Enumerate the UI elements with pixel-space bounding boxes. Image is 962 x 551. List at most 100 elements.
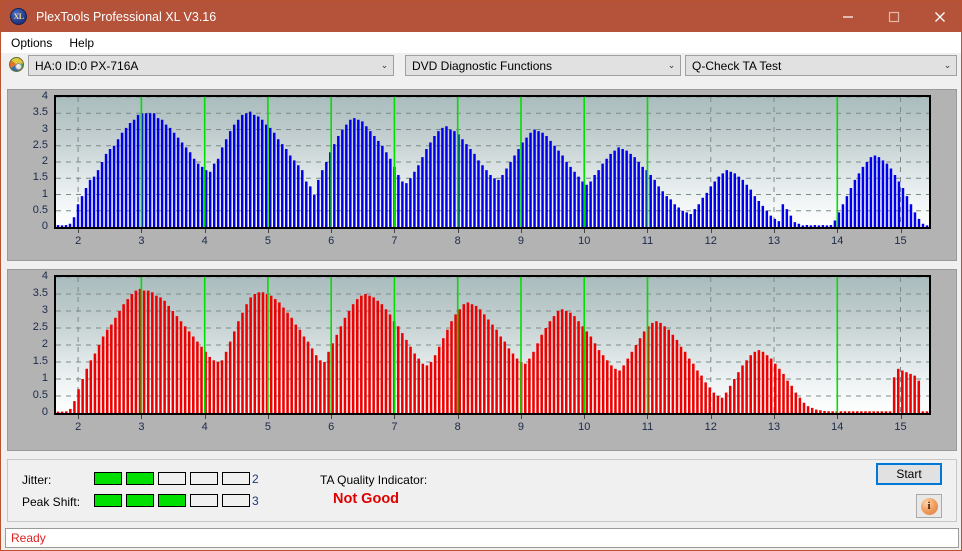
x-tick-label: 12	[704, 421, 717, 433]
xl-logo-icon: XL	[10, 8, 27, 25]
x-tick-mark	[837, 229, 839, 233]
plextools-window: XL PlexTools Professional XL V3.16 Optio…	[0, 0, 962, 551]
jitter-segment	[94, 472, 122, 485]
y-tick-label: 1.5	[32, 355, 48, 367]
x-tick-label: 4	[201, 235, 208, 247]
x-tick-mark	[78, 229, 80, 233]
x-tick-mark	[394, 229, 396, 233]
ta-peak-shift-plot-svg	[56, 277, 929, 413]
x-tick-label: 5	[264, 421, 271, 433]
menu-item-options[interactable]: Options	[4, 34, 59, 52]
start-button[interactable]: Start	[876, 463, 942, 485]
y-tick-label: 0.5	[32, 203, 48, 216]
jitter-label: Jitter:	[22, 473, 52, 487]
x-tick-mark	[267, 415, 269, 419]
status-text: Ready	[11, 531, 46, 545]
jitter-segment	[158, 472, 186, 485]
info-button[interactable]: i	[916, 494, 942, 518]
peak-shift-meter	[94, 494, 250, 507]
drive-select-value: HA:0 ID:0 PX-716A	[35, 58, 139, 73]
close-icon[interactable]	[917, 1, 961, 32]
x-tick-label: 13	[767, 235, 781, 247]
drive-select[interactable]: HA:0 ID:0 PX-716A ⌄	[28, 55, 394, 76]
x-tick-mark	[837, 415, 839, 419]
ta-quality-indicator-label: TA Quality Indicator:	[320, 473, 428, 487]
chevron-down-icon: ⌄	[667, 60, 676, 71]
y-tick-label: 2.5	[32, 321, 48, 333]
x-tick-label: 10	[578, 421, 591, 433]
x-tick-mark	[647, 229, 649, 233]
x-tick-label: 14	[831, 235, 844, 247]
peak-shift-segment	[190, 494, 218, 507]
x-tick-mark	[520, 415, 522, 419]
y-tick-label: 3.5	[32, 287, 48, 299]
jitter-segment	[126, 472, 154, 485]
x-tick-mark	[647, 415, 649, 419]
jitter-segment	[222, 472, 250, 485]
x-tick-label: 13	[767, 421, 781, 433]
y-tick-label: 3	[41, 304, 48, 316]
peak-shift-segment	[222, 494, 250, 507]
x-tick-mark	[331, 415, 333, 419]
y-tick-label: 3	[41, 122, 48, 135]
x-tick-label: 10	[578, 235, 591, 247]
x-tick-mark	[774, 229, 775, 233]
x-tick-label: 14	[831, 421, 844, 433]
x-tick-label: 7	[391, 421, 398, 433]
x-tick-mark	[900, 229, 902, 233]
x-tick-mark	[394, 415, 396, 419]
x-tick-label: 8	[454, 235, 461, 247]
ta-jitter-chart-panel: 0 0.5 1 1.5 2 2.5 3 3.5 4 2 3 4 5 6 7 8 9 10 11 12 13 14 15	[7, 89, 957, 261]
title-bar: XL PlexTools Professional XL V3.16	[1, 1, 961, 32]
x-tick-mark	[141, 229, 143, 233]
x-tick-label: 11	[641, 235, 654, 247]
y-tick-label: 1	[41, 372, 48, 384]
peak-shift-segment	[126, 494, 154, 507]
x-tick-mark	[710, 415, 712, 419]
info-icon: i	[920, 497, 938, 515]
status-bar: Ready	[5, 528, 959, 548]
x-tick-label: 8	[454, 421, 461, 433]
peak-shift-segment	[158, 494, 186, 507]
y-tick-label: 0	[41, 406, 48, 418]
x-tick-mark	[204, 415, 206, 419]
test-select[interactable]: Q-Check TA Test ⌄	[685, 55, 957, 76]
ta-jitter-plot-svg	[56, 97, 929, 227]
ta-peak-shift-chart-panel: 0 0.5 1 1.5 2 2.5 3 3.5 4 2 3 4 5 6 7 8 9 10 11 12 13 14 15	[7, 269, 957, 451]
maximize-icon[interactable]	[871, 1, 917, 32]
minimize-icon[interactable]	[825, 1, 871, 32]
jitter-segment	[190, 472, 218, 485]
x-tick-label: 3	[138, 421, 145, 433]
x-tick-label: 7	[391, 235, 398, 247]
x-tick-mark	[710, 229, 712, 233]
x-tick-mark	[331, 229, 333, 233]
ta-jitter-plot[interactable]	[54, 95, 931, 229]
results-panel: Jitter: 2 Peak Shift: 3 TA Quality Indic…	[7, 459, 957, 522]
x-tick-mark	[267, 229, 269, 233]
x-tick-mark	[141, 415, 143, 419]
menu-bar: Options Help	[1, 32, 961, 53]
x-tick-label: 15	[894, 235, 907, 247]
y-tick-label: 2	[41, 155, 48, 167]
ta-peak-shift-plot[interactable]	[54, 275, 931, 415]
function-select[interactable]: DVD Diagnostic Functions ⌄	[405, 55, 681, 76]
y-tick-label: 2.5	[32, 138, 48, 151]
y-tick-label: 0	[41, 220, 48, 232]
x-tick-mark	[78, 415, 80, 419]
x-tick-label: 15	[894, 421, 907, 433]
disc-icon	[9, 57, 24, 72]
x-tick-label: 6	[328, 235, 335, 247]
chevron-down-icon: ⌄	[380, 60, 389, 71]
x-tick-mark	[457, 415, 459, 419]
x-tick-label: 11	[641, 421, 654, 433]
window-title: PlexTools Professional XL V3.16	[36, 9, 217, 24]
function-select-value: DVD Diagnostic Functions	[412, 58, 553, 73]
x-tick-mark	[900, 415, 902, 419]
x-tick-mark	[457, 229, 459, 233]
peak-shift-label: Peak Shift:	[22, 495, 81, 509]
x-tick-mark	[584, 415, 586, 419]
x-tick-mark	[774, 415, 775, 419]
y-tick-label: 4	[41, 90, 48, 102]
menu-item-help[interactable]: Help	[62, 34, 101, 52]
peak-shift-value: 3	[252, 494, 259, 508]
